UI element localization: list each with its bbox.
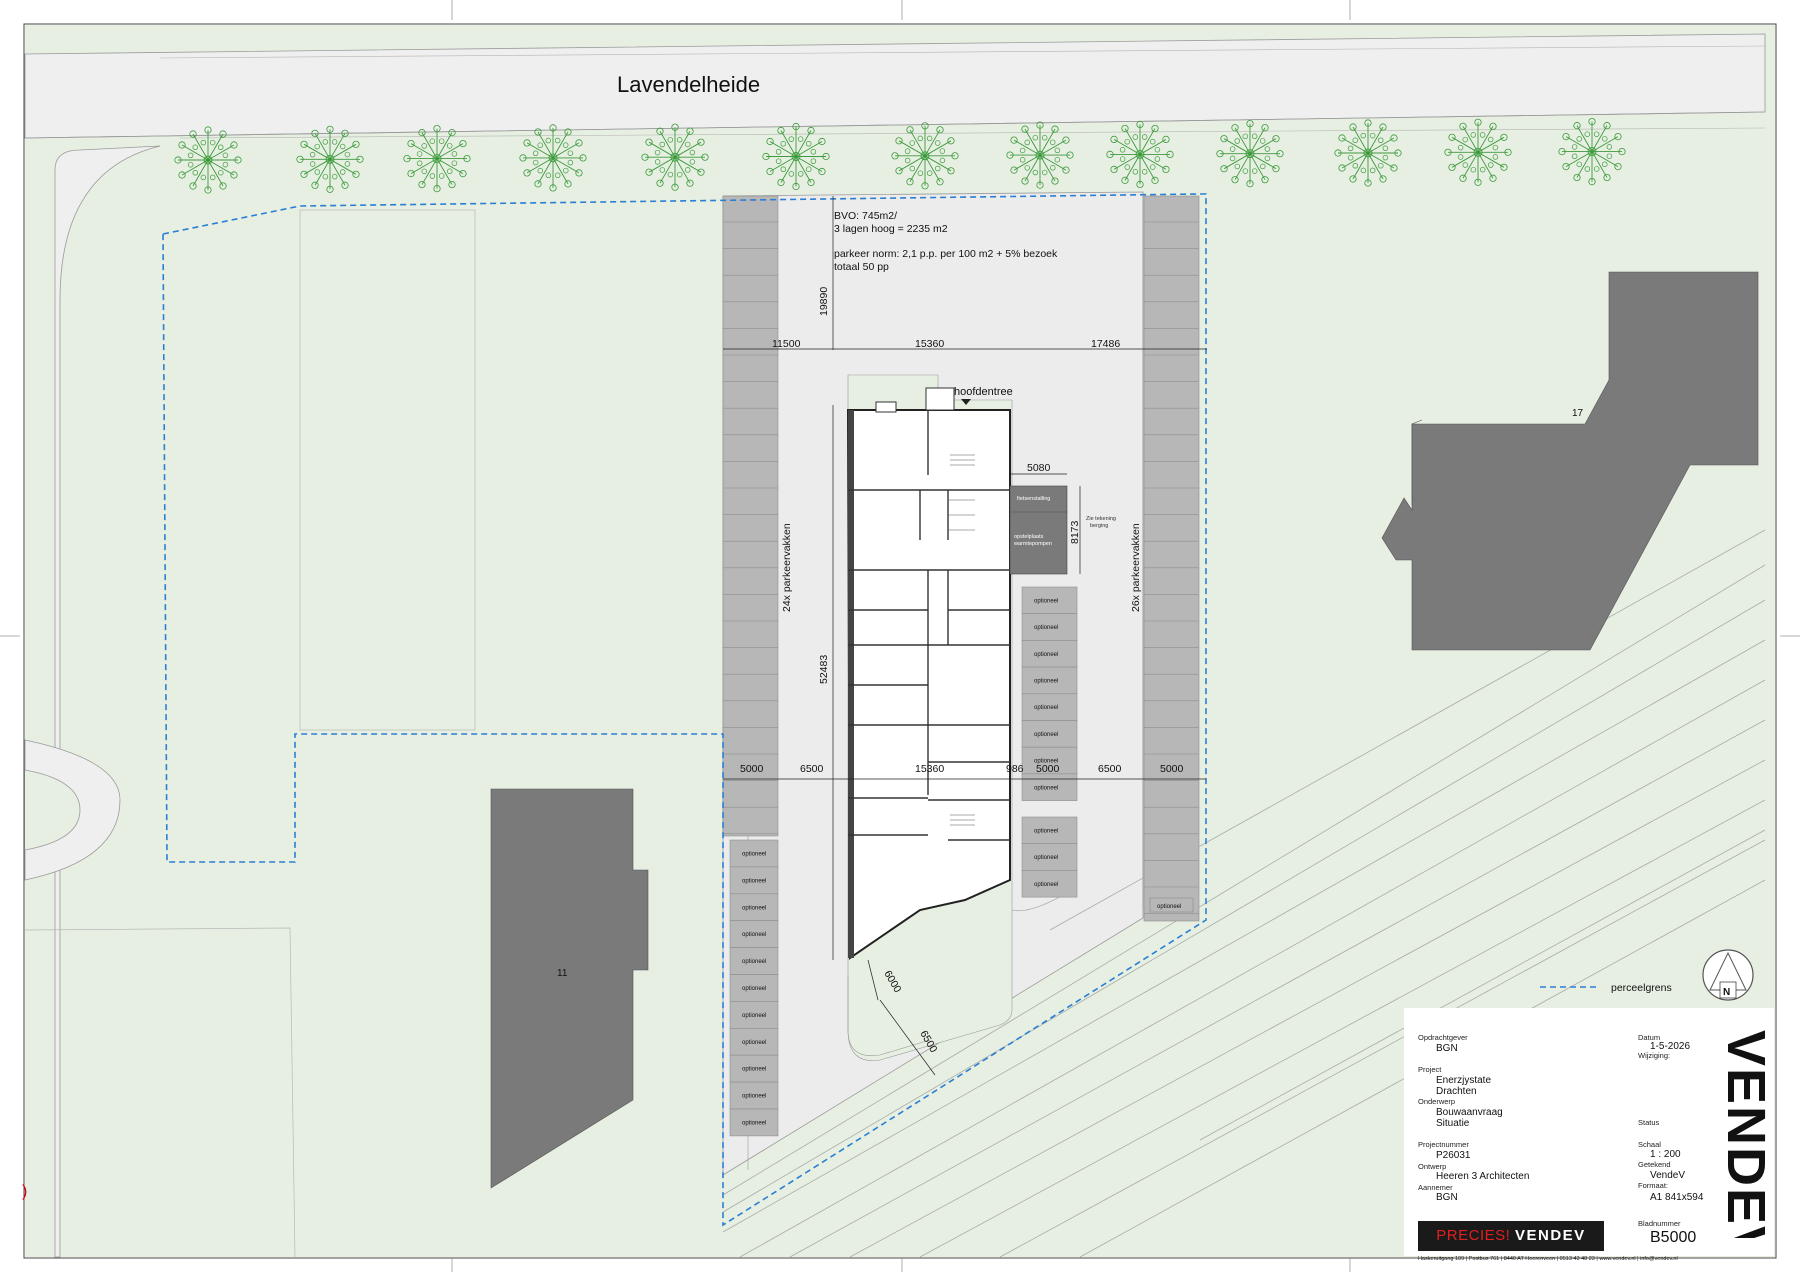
title-block: Opdrachtgever BGN Project Enerzjystate D…: [1404, 1008, 1776, 1262]
optional-stalls-middle: optioneel optioneel optioneel optioneel opti…: [1021, 586, 1078, 898]
optional-stalls-left: optioneel optioneel optioneel optioneel opti…: [729, 839, 779, 1137]
dim-bottom-1: 5000: [740, 763, 764, 775]
dim-top-2: 15360: [915, 338, 944, 350]
optional-stall-label: optioneel: [1034, 598, 1058, 604]
optional-stall-label: optioneel: [742, 851, 766, 857]
contractor-value: BGN: [1436, 1192, 1458, 1203]
optional-stall-label: optioneel: [742, 1120, 766, 1126]
optional-stall-label: optioneel: [742, 1040, 766, 1046]
street-name: Lavendelheide: [617, 72, 760, 97]
status-label: Status: [1638, 1118, 1660, 1127]
optional-stall-label: optioneel: [742, 1094, 766, 1100]
brand-prefix: PRECIES!: [1436, 1227, 1511, 1244]
optional-stall-label: optioneel: [1034, 732, 1058, 738]
legend-label: perceelgrens: [1611, 982, 1672, 994]
sheet-label: Bladnummer: [1638, 1219, 1681, 1228]
dim-bottom-5: 5000: [1036, 763, 1060, 775]
client-label: Opdrachtgever: [1418, 1033, 1468, 1042]
optional-stall-label: optioneel: [1034, 705, 1058, 711]
format-value: A1 841x594: [1650, 1192, 1704, 1203]
entrance-label: hoofdentree: [954, 386, 1013, 398]
footer-address: Haskeruitgang 109 | Postbus 761 | 8440 A…: [1418, 1256, 1678, 1262]
parking-strip-right: [1143, 195, 1200, 922]
optional-stall-label: optioneel: [742, 1013, 766, 1019]
bike-storage-label: fietsenstalling: [1017, 496, 1050, 502]
optional-stall-label: optioneel: [742, 932, 766, 938]
project-line1: Enerzjystate: [1436, 1075, 1492, 1086]
svg-text:VENDEV: VENDEV: [1720, 1030, 1776, 1238]
dim-bottom-3: 15360: [915, 763, 944, 775]
optional-stall-label: optioneel: [1034, 785, 1058, 791]
optional-stall-label: optioneel: [1034, 855, 1058, 861]
brand-bar: PRECIES! VENDEV: [1418, 1221, 1604, 1251]
optional-stall-label: optioneel: [1034, 882, 1058, 888]
optional-stall-label: optioneel: [1034, 678, 1058, 684]
subject-line1: Bouwaanvraag: [1436, 1107, 1503, 1118]
optional-stall-label: optioneel: [742, 959, 766, 965]
parking-right-label: 26x parkeervakken: [1130, 523, 1142, 612]
subject-label: Onderwerp: [1418, 1097, 1456, 1106]
dim-top-3: 17486: [1091, 338, 1120, 350]
dim-bottom-7: 5000: [1160, 763, 1184, 775]
contractor-label: Aannemer: [1418, 1183, 1453, 1192]
project-line2: Drachten: [1436, 1086, 1477, 1097]
dim-bottom-4: 986: [1006, 763, 1024, 775]
svg-text:N: N: [1723, 987, 1730, 998]
design-value: Heeren 3 Architecten: [1436, 1171, 1530, 1182]
scale-label: Schaal: [1638, 1140, 1661, 1149]
optional-stall-label: optioneel: [1034, 828, 1058, 834]
dim-vertical-main: 52483: [818, 655, 830, 684]
vendev-vertical-logo: VENDEV: [1720, 1030, 1776, 1238]
drawn-value: VendeV: [1650, 1170, 1686, 1181]
optional-stall-label: optioneel: [742, 1067, 766, 1073]
scale-value: 1 : 200: [1650, 1149, 1681, 1160]
optional-stall-label: optioneel: [742, 878, 766, 884]
optional-stall-label: optioneel: [1034, 625, 1058, 631]
dim-shed-height: 8173: [1069, 520, 1081, 544]
project-number-label: Projectnummer: [1418, 1140, 1469, 1149]
dim-shed-width: 5080: [1027, 462, 1051, 474]
project-label: Project: [1418, 1065, 1442, 1074]
project-number: P26031: [1436, 1150, 1471, 1161]
optional-stall-label: optioneel: [742, 986, 766, 992]
edge-mark: ): [22, 1183, 27, 1200]
sheet-number: B5000: [1650, 1229, 1697, 1246]
building-11-number: 11: [557, 968, 568, 979]
dim-bottom-6: 6500: [1098, 763, 1122, 775]
parking-strip-left: [722, 195, 779, 837]
north-arrow: N: [1702, 949, 1754, 1001]
parking-left-label: 24x parkeervakken: [781, 523, 793, 612]
drawn-label: Getekend: [1638, 1160, 1671, 1169]
optional-right-label: optioneel: [1157, 904, 1181, 910]
dim-top-1: 11500: [772, 338, 801, 350]
format-label: Formaat:: [1638, 1181, 1669, 1190]
main-building: [846, 387, 1011, 960]
revision-label: Wijziging:: [1638, 1051, 1671, 1060]
client-value: BGN: [1436, 1043, 1458, 1054]
subject-line2: Situatie: [1436, 1118, 1470, 1129]
optional-stall-label: optioneel: [1034, 652, 1058, 658]
optional-stall-label: optioneel: [742, 905, 766, 911]
design-label: Ontwerp: [1418, 1162, 1447, 1171]
dim-bottom-2: 6500: [800, 763, 824, 775]
building-17-number: 17: [1572, 408, 1584, 419]
brand-name: VENDEV: [1515, 1227, 1586, 1244]
dim-vertical-top: 19890: [818, 287, 830, 316]
